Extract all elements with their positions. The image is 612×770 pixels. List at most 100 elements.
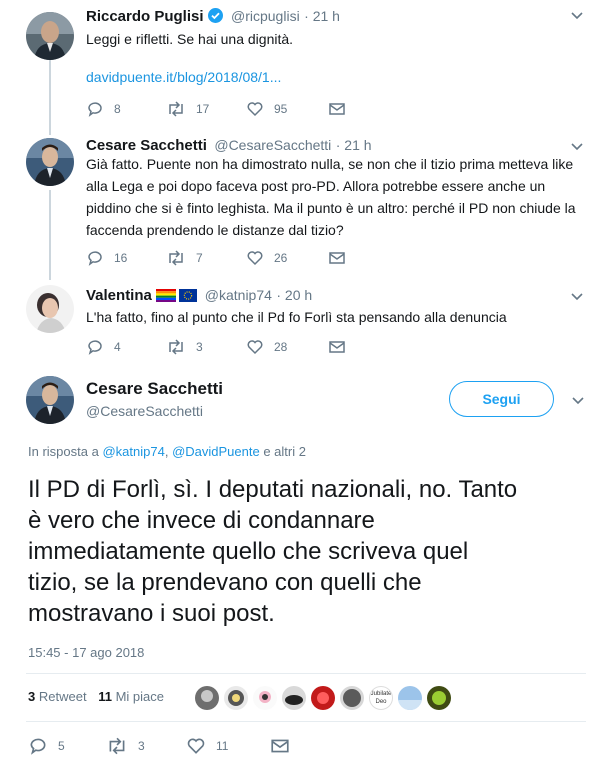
- reply-icon: [88, 102, 102, 117]
- reply-suffix[interactable]: e altri 2: [263, 444, 306, 459]
- tweet-text-line: tizio, se la prendevano con quelli che: [28, 569, 422, 596]
- liker-avatar[interactable]: [253, 686, 277, 710]
- like-count: 11: [216, 739, 229, 753]
- user-name[interactable]: Cesare Sacchetti: [86, 379, 223, 399]
- reply-icon: [30, 738, 46, 755]
- liker-avatar[interactable]: Jubilate Deo: [369, 686, 393, 710]
- heart-icon: [247, 340, 263, 355]
- like-stat[interactable]: 11 Mi piace: [98, 689, 164, 704]
- tweet-text: Il PD di Forlì, sì. I deputati nazionali…: [28, 474, 598, 629]
- rainbow-flag-icon: [156, 289, 177, 302]
- retweet-icon: [109, 737, 125, 755]
- retweet-button[interactable]: 17: [166, 100, 209, 118]
- heart-icon: [247, 102, 263, 117]
- like-button[interactable]: 26: [246, 249, 287, 267]
- reply-button[interactable]: 4: [86, 338, 121, 356]
- like-count: 95: [274, 102, 288, 116]
- mention-link[interactable]: @katnip74: [102, 444, 164, 459]
- reply-button[interactable]: 16: [86, 249, 127, 267]
- message-button[interactable]: [328, 249, 346, 267]
- chevron-down-icon[interactable]: [570, 8, 584, 25]
- user-name[interactable]: Riccardo Puglisi: [86, 8, 204, 25]
- verified-badge-icon: [207, 8, 223, 23]
- retweet-button[interactable]: 3: [106, 736, 145, 756]
- avatar[interactable]: [26, 285, 74, 333]
- thread-line: [49, 60, 51, 135]
- divider: [26, 721, 586, 722]
- like-button[interactable]: 28: [246, 338, 287, 356]
- mention-link[interactable]: @DavidPuente: [172, 444, 260, 459]
- like-label: Mi piace: [115, 689, 164, 704]
- tweet-link[interactable]: davidpuente.it/blog/2018/08/1...: [86, 66, 281, 88]
- tweet-actions: 5 3 11: [28, 736, 328, 756]
- tweet-header: Valentina @katnip74 · 20 h: [86, 287, 312, 305]
- liker-avatar[interactable]: [224, 686, 248, 710]
- retweet-stat[interactable]: 3 Retweet: [28, 689, 87, 704]
- thread-line: [49, 190, 51, 280]
- message-button[interactable]: [328, 338, 346, 356]
- reply-separator: ,: [164, 444, 169, 459]
- liker-avatar[interactable]: [340, 686, 364, 710]
- chevron-down-icon[interactable]: [570, 289, 584, 306]
- avatar[interactable]: [26, 138, 74, 186]
- avatar[interactable]: [26, 376, 74, 424]
- chevron-down-icon[interactable]: [571, 393, 585, 410]
- message-button[interactable]: [328, 100, 346, 118]
- like-button[interactable]: 95: [246, 100, 287, 118]
- reply-icon: [88, 251, 102, 266]
- tweet-text-line: immediatamente quello che scriveva quel: [28, 538, 469, 565]
- user-name[interactable]: Valentina: [86, 287, 152, 304]
- eu-flag-icon: [179, 289, 198, 302]
- like-count: 28: [274, 340, 288, 354]
- like-count: 11: [98, 689, 112, 704]
- envelope-icon: [329, 252, 345, 264]
- retweet-count: 7: [196, 251, 203, 265]
- tweet-time[interactable]: · 20 h: [276, 287, 312, 303]
- retweet-count: 3: [28, 689, 36, 704]
- liker-avatar[interactable]: [195, 686, 219, 710]
- like-button[interactable]: 11: [186, 736, 228, 756]
- reply-prefix: In risposta a: [28, 444, 99, 459]
- reply-count: 5: [58, 739, 65, 753]
- reply-context: In risposta a @katnip74, @DavidPuente e …: [28, 444, 306, 459]
- follow-button[interactable]: Segui: [449, 381, 554, 417]
- tweet-timestamp[interactable]: 15:45 - 17 ago 2018: [28, 645, 144, 660]
- tweet-text: Leggi e rifletti. Se hai una dignità.: [86, 31, 294, 47]
- liker-avatar[interactable]: [311, 686, 335, 710]
- tweet-text: Già fatto. Puente non ha dimostrato null…: [86, 153, 586, 241]
- tweet-text-line: Già fatto. Puente non ha dimostrato null…: [86, 156, 574, 172]
- like-count: 26: [274, 251, 288, 265]
- user-handle[interactable]: @CesareSacchetti: [86, 403, 203, 419]
- tweet-text-line: Il PD di Forlì, sì. I deputati nazionali…: [28, 476, 518, 503]
- envelope-icon: [329, 103, 345, 115]
- liker-avatar[interactable]: [398, 686, 422, 710]
- tweet-header: Riccardo Puglisi @ricpuglisi · 21 h: [86, 8, 340, 26]
- tweet-text-line: è vero che invece di condannare: [28, 507, 375, 534]
- retweet-icon: [169, 339, 183, 355]
- tweet-actions: 4 3 28: [86, 338, 386, 358]
- user-name[interactable]: Cesare Sacchetti: [86, 137, 207, 154]
- tweet-text: L'ha fatto, fino al punto che il Pd fo F…: [86, 309, 507, 325]
- envelope-icon: [271, 739, 289, 753]
- reply-button[interactable]: 8: [86, 100, 121, 118]
- liker-avatar[interactable]: [282, 686, 306, 710]
- tweet-text-line: alla Lega e poi dopo faceva post pro-PD.…: [86, 178, 546, 194]
- user-handle[interactable]: @katnip74: [205, 287, 272, 303]
- avatar[interactable]: [26, 12, 74, 60]
- retweet-icon: [169, 250, 183, 266]
- envelope-icon: [329, 341, 345, 353]
- tweet-actions: 8 17 95: [86, 100, 386, 120]
- user-handle[interactable]: @CesareSacchetti: [214, 137, 331, 153]
- tweet-time[interactable]: · 21 h: [336, 137, 372, 153]
- reply-count: 8: [114, 102, 121, 116]
- retweet-count: 17: [196, 102, 210, 116]
- retweet-button[interactable]: 3: [166, 338, 203, 356]
- retweet-button[interactable]: 7: [166, 249, 203, 267]
- tweet-text-line: piddino che si è finto leghista. Ma il p…: [86, 200, 576, 216]
- tweet-time[interactable]: · 21 h: [304, 8, 340, 24]
- message-button[interactable]: [270, 736, 290, 756]
- user-handle[interactable]: @ricpuglisi: [231, 8, 300, 24]
- reply-count: 4: [114, 340, 121, 354]
- reply-button[interactable]: 5: [28, 736, 65, 756]
- liker-avatar[interactable]: [427, 686, 451, 710]
